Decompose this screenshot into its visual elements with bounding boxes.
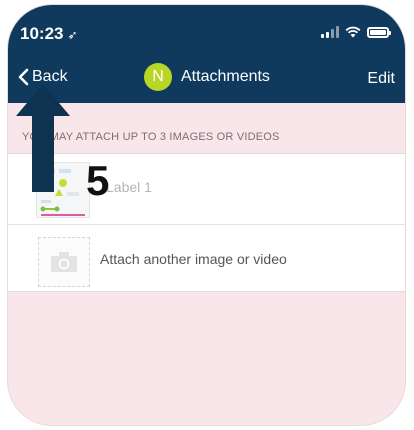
attach-another-row[interactable]: Attach another image or video [8, 225, 405, 291]
edit-button[interactable]: Edit [367, 70, 395, 88]
attach-another-label: Attach another image or video [100, 251, 287, 267]
signal-icon [321, 26, 339, 38]
page-title: Attachments [181, 68, 270, 85]
avatar: N [144, 63, 172, 91]
annotation-arrow-icon [16, 84, 70, 192]
wifi-icon [345, 26, 361, 38]
camera-icon [51, 252, 77, 272]
status-time: 10:23 ➶ [20, 24, 78, 43]
attach-placeholder[interactable] [38, 237, 90, 287]
annotation-step-number: 5 [86, 157, 110, 204]
status-icons [321, 26, 391, 38]
battery-icon [367, 26, 391, 38]
status-bar: 10:23 ➶ [8, 5, 405, 55]
phone-screen: 10:23 ➶ Back N Attachments Edit YOU MAY … [8, 5, 405, 425]
location-arrow-icon: ➶ [67, 28, 78, 42]
attachment-label: Label 1 [106, 179, 152, 195]
nav-title: N Attachments [144, 63, 270, 91]
